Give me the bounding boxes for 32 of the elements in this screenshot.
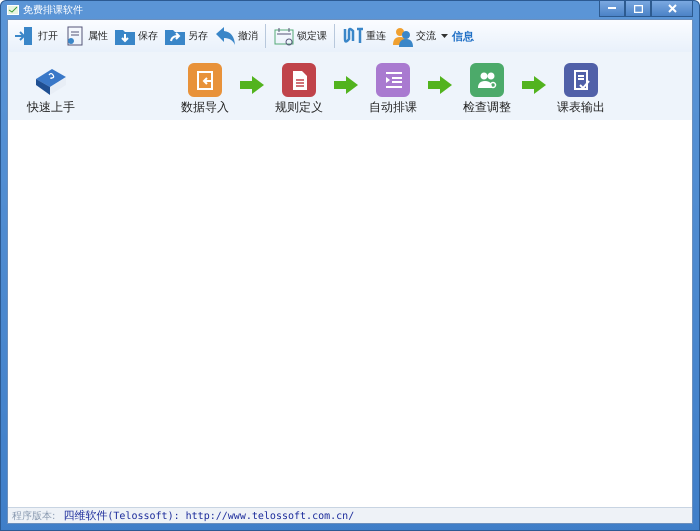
undo-icon	[214, 25, 236, 47]
info-link[interactable]: 信息	[452, 28, 474, 44]
workflow-step[interactable]: 自动排课	[362, 63, 424, 116]
arrow-icon	[428, 76, 452, 94]
toolbar-button[interactable]: 重连	[340, 25, 388, 47]
workflow-step[interactable]: 规则定义	[268, 63, 330, 116]
toolbar-button[interactable]: 属性	[62, 25, 110, 47]
close-icon	[668, 4, 676, 13]
workflow-step[interactable]: 课表输出	[550, 63, 612, 116]
status-text: 四维软件(Telossoft): http://www.telossoft.com.cn/	[63, 508, 354, 523]
toolbar-button[interactable]: 打开	[12, 25, 60, 47]
window-title: 免费排课软件	[23, 4, 83, 17]
arrow-icon	[334, 76, 358, 94]
toolbar-dropdown[interactable]: 交流	[390, 25, 450, 47]
app-icon	[7, 4, 19, 16]
toolbar-button[interactable]: 保存	[112, 25, 160, 47]
version-label: 程序版本:	[12, 510, 56, 522]
minimize-button[interactable]	[599, 1, 625, 17]
toolbar-button[interactable]: 另存	[162, 25, 210, 47]
maximize-icon	[634, 4, 642, 12]
toolbar-button[interactable]: 锁定课	[271, 25, 329, 47]
caret-icon	[441, 34, 448, 38]
users-icon	[392, 25, 414, 47]
arrow-icon	[240, 76, 264, 94]
arrow-icon	[522, 76, 546, 94]
workflow-step[interactable]: 数据导入	[174, 63, 236, 116]
maximize-button[interactable]	[625, 1, 651, 17]
minimize-icon	[608, 7, 616, 10]
workflow-step[interactable]: 检查调整	[456, 63, 518, 116]
close-button[interactable]	[651, 1, 693, 17]
quick-start-button[interactable]: 快速上手	[8, 65, 94, 116]
toolbar-button[interactable]: 撤消	[212, 25, 260, 47]
